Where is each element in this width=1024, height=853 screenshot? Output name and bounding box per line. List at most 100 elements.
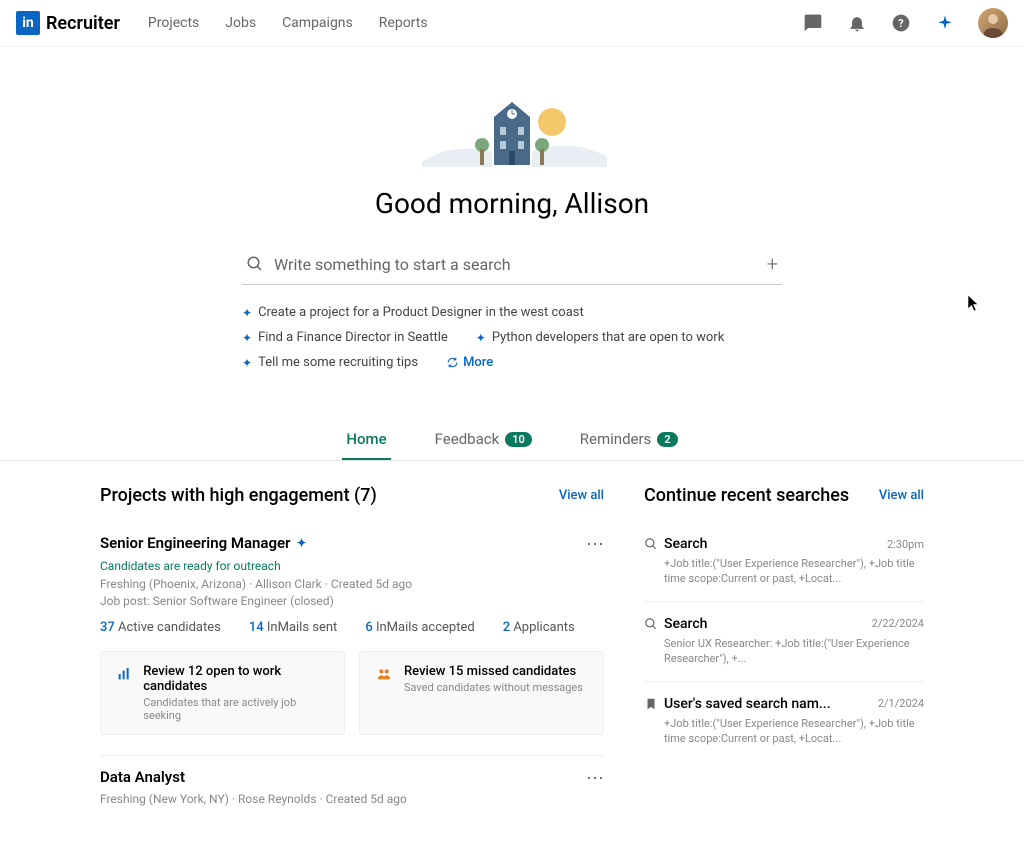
nav-jobs[interactable]: Jobs — [225, 15, 256, 31]
help-icon[interactable]: ? — [890, 12, 912, 34]
search-meta: Senior UX Researcher: +Job title:("User … — [664, 636, 924, 667]
tab-home[interactable]: Home — [342, 420, 390, 460]
messages-icon[interactable] — [802, 12, 824, 34]
stat-number: 6 — [365, 620, 372, 635]
project-title[interactable]: Senior Engineering Manager ✦ — [100, 534, 307, 552]
stat-number: 14 — [249, 620, 264, 635]
stat-active[interactable]: 37 Active candidates — [100, 620, 221, 635]
nav-campaigns[interactable]: Campaigns — [282, 15, 353, 31]
project-stats: 37 Active candidates 14 InMails sent 6 I… — [100, 620, 604, 635]
sparkle-icon: ✦ — [242, 356, 252, 370]
action-subtitle: Saved candidates without messages — [404, 681, 583, 694]
sparkle-icon: ✦ — [242, 331, 252, 345]
search-input[interactable] — [274, 255, 757, 274]
stat-label: InMails sent — [267, 620, 337, 635]
recent-header: Continue recent searches View all — [644, 485, 924, 506]
project-menu-icon[interactable]: ⋯ — [586, 534, 604, 555]
suggestion-3[interactable]: ✦ Python developers that are open to work — [476, 330, 725, 345]
nav-projects[interactable]: Projects — [148, 15, 199, 31]
linkedin-logo-icon: in — [16, 11, 40, 35]
tab-label: Feedback — [435, 430, 500, 448]
action-subtitle: Candidates that are actively job seeking — [143, 696, 330, 722]
action-missed[interactable]: Review 15 missed candidates Saved candid… — [359, 651, 604, 735]
nav-reports[interactable]: Reports — [379, 15, 428, 31]
search-icon — [644, 617, 658, 631]
stat-label: Active candidates — [118, 620, 221, 635]
nav-links: Projects Jobs Campaigns Reports — [148, 15, 428, 31]
projects-title: Projects with high engagement (7) — [100, 485, 377, 506]
stat-inmails-sent[interactable]: 14 InMails sent — [249, 620, 337, 635]
stat-number: 2 — [503, 620, 510, 635]
suggestion-1[interactable]: ✦Create a project for a Product Designer… — [242, 305, 584, 320]
recent-view-all[interactable]: View all — [879, 488, 924, 503]
search-icon — [246, 255, 264, 273]
suggestion-4[interactable]: ✦ Tell me some recruiting tips — [242, 355, 418, 370]
sparkle-icon[interactable] — [934, 12, 956, 34]
stat-applicants[interactable]: 2 Applicants — [503, 620, 575, 635]
search-meta: +Job title:("User Experience Researcher"… — [664, 556, 924, 587]
stat-label: InMails accepted — [376, 620, 475, 635]
project-title[interactable]: Data Analyst — [100, 768, 185, 786]
search-add-icon[interactable]: + — [767, 252, 778, 276]
search-name: Search — [644, 616, 864, 632]
user-avatar[interactable] — [978, 8, 1008, 38]
recent-search-item[interactable]: Search 2/22/2024 Senior UX Researcher: +… — [644, 602, 924, 682]
recent-search-item[interactable]: Search 2:30pm +Job title:("User Experien… — [644, 522, 924, 602]
refresh-icon — [446, 356, 459, 369]
search-suggestions: ✦ Create a project for a Product Designer… — [242, 305, 782, 370]
notifications-icon[interactable] — [846, 12, 868, 34]
sparkle-icon: ✦ — [476, 331, 486, 345]
recent-search-item[interactable]: User's saved search nam... 2/1/2024 +Job… — [644, 682, 924, 761]
tab-feedback[interactable]: Feedback 10 — [431, 420, 536, 460]
reminders-badge: 2 — [657, 432, 677, 447]
search-name: User's saved search nam... — [644, 696, 870, 712]
topbar-right: ? — [802, 8, 1008, 38]
search-time: 2:30pm — [887, 538, 924, 551]
search-name-text: Search — [664, 616, 707, 632]
projects-view-all[interactable]: View all — [559, 488, 604, 503]
svg-text:?: ? — [898, 17, 903, 30]
top-nav: in Recruiter Projects Jobs Campaigns Rep… — [0, 0, 1024, 47]
search-name: Search — [644, 536, 879, 552]
suggestion-text: Tell me some recruiting tips — [258, 355, 418, 370]
action-title: Review 15 missed candidates — [404, 664, 583, 679]
bookmark-icon — [644, 697, 658, 711]
stat-number: 37 — [100, 620, 115, 635]
tab-label: Home — [346, 430, 386, 448]
stat-inmails-accepted[interactable]: 6 InMails accepted — [365, 620, 474, 635]
suggestion-text: Python developers that are open to work — [492, 330, 724, 345]
suggestions-more[interactable]: More — [446, 355, 493, 370]
action-cards: Review 12 open to work candidates Candid… — [100, 651, 604, 735]
suggestion-2[interactable]: ✦ Find a Finance Director in Seattle — [242, 330, 448, 345]
bar-chart-icon — [115, 664, 133, 684]
people-icon — [374, 664, 394, 684]
main-content: Projects with high engagement (7) View a… — [0, 461, 1024, 853]
project-menu-icon[interactable]: ⋯ — [586, 768, 604, 789]
project-title-text: Senior Engineering Manager — [100, 534, 290, 552]
search-time: 2/1/2024 — [878, 697, 924, 710]
feedback-badge: 10 — [505, 432, 532, 447]
search-name-text: User's saved search nam... — [664, 696, 831, 712]
tab-label: Reminders — [580, 430, 652, 448]
search-time: 2/22/2024 — [872, 617, 924, 630]
tabs: Home Feedback 10 Reminders 2 — [0, 420, 1024, 461]
suggestion-text: Find a Finance Director in Seattle — [258, 330, 448, 345]
brand[interactable]: in Recruiter — [16, 11, 120, 35]
search-name-text: Search — [664, 536, 707, 552]
projects-header: Projects with high engagement (7) View a… — [100, 485, 604, 506]
sparkle-icon: ✦ — [296, 536, 306, 550]
outreach-status: Candidates are ready for outreach — [100, 559, 604, 573]
project-jobpost: Job post: Senior Software Engineer (clos… — [100, 594, 604, 608]
hero-illustration — [412, 87, 612, 177]
search-box[interactable]: + — [242, 244, 782, 285]
project-card: Data Analyst ⋯ Freshing (New York, NY) ·… — [100, 756, 604, 829]
tab-reminders[interactable]: Reminders 2 — [576, 420, 682, 460]
projects-column: Projects with high engagement (7) View a… — [100, 485, 604, 829]
action-open-to-work[interactable]: Review 12 open to work candidates Candid… — [100, 651, 345, 735]
recent-searches-column: Continue recent searches View all Search… — [644, 485, 924, 829]
brand-name: Recruiter — [46, 13, 120, 34]
action-title: Review 12 open to work candidates — [143, 664, 330, 694]
project-meta: Freshing (New York, NY) · Rose Reynolds … — [100, 792, 604, 806]
suggestion-text: Create a project for a Product Designer … — [258, 305, 584, 320]
search-icon — [644, 537, 658, 551]
